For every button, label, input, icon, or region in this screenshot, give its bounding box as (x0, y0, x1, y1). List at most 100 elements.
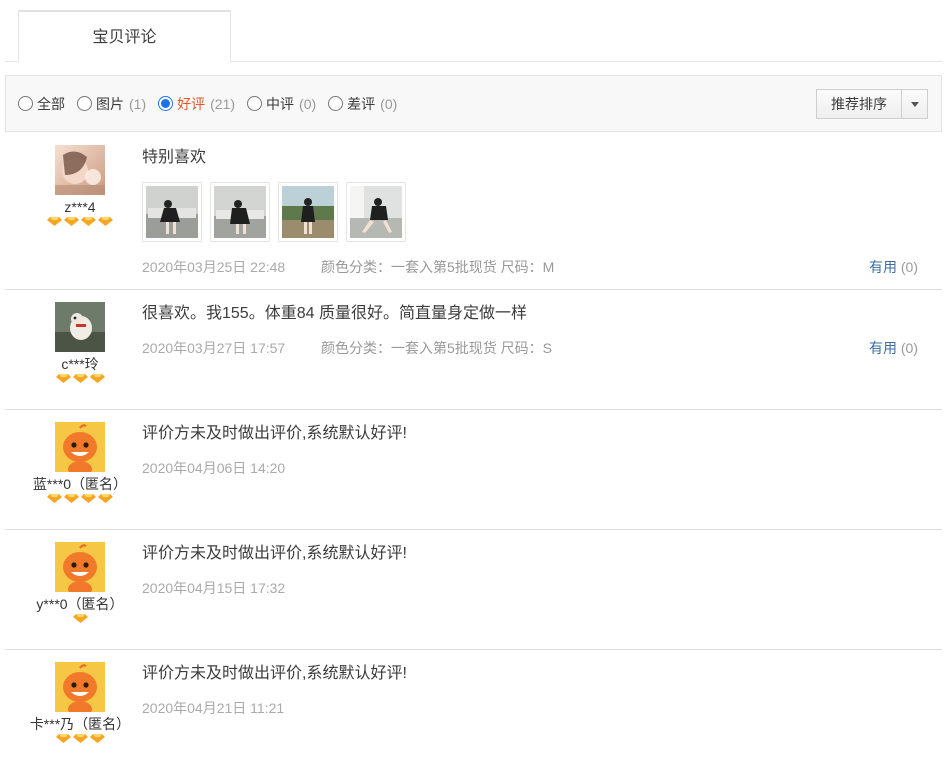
diamond-icon (72, 374, 88, 383)
diamond-icon (72, 734, 88, 743)
filter-positive-label: 好评 (177, 95, 206, 112)
diamond-icon (47, 217, 62, 226)
review-text: 很喜欢。我155。体重84 质量很好。简直量身定做一样 (142, 305, 527, 322)
review-filter-bar: 全部 图片 (1) 好评 (21) 中评 (0) 差评 (0) 推荐排序 (5, 75, 942, 132)
buyer-level-medals (5, 734, 155, 743)
review-photo-thumbnail[interactable] (278, 182, 338, 242)
buyer-level-medals (5, 374, 155, 383)
review-date: 2020年04月15日 17:32 (142, 580, 286, 596)
reviewer-name: c***玲 (61, 356, 99, 372)
useful-count: (0) (900, 340, 918, 356)
reviewer-name: y***0（匿名） (36, 596, 124, 612)
reviewer-info: y***0（匿名） (5, 542, 155, 623)
diamond-icon (55, 734, 71, 743)
default-avatar-icon (55, 422, 105, 472)
review-photos (142, 182, 942, 242)
filter-all-label: 全部 (37, 95, 65, 112)
review-date: 2020年03月27日 17:57 (142, 340, 286, 356)
tab-reviews[interactable]: 宝贝评论 (18, 10, 231, 63)
review-meta: 2020年04月21日 11:21 (142, 698, 942, 718)
reviewer-info: 蓝***0（匿名） (5, 422, 155, 503)
reviewer-info: 卡***乃（匿名） (5, 662, 155, 743)
avatar[interactable] (55, 542, 105, 592)
review-content: 很喜欢。我155。体重84 质量很好。简直量身定做一样 2020年03月27日 … (142, 302, 942, 358)
review-content: 评价方未及时做出评价,系统默认好评! 2020年04月06日 14:20 (142, 422, 942, 478)
useful-label: 有用 (868, 259, 897, 275)
radio-neutral[interactable] (247, 96, 263, 111)
diamond-icon (64, 494, 79, 503)
avatar[interactable] (55, 145, 105, 195)
filter-images-label: 图片 (96, 95, 124, 112)
tab-bar: 宝贝评论 (5, 0, 942, 63)
avatar-photo-icon (55, 145, 105, 195)
filter-negative-count: (0) (380, 95, 398, 112)
review-photo-thumbnail[interactable] (346, 182, 406, 242)
useful-button[interactable]: 有用 (0) (869, 338, 918, 358)
useful-count: (0) (900, 259, 918, 275)
review-text: 评价方未及时做出评价,系统默认好评! (142, 425, 407, 442)
review-item: y***0（匿名） 评价方未及时做出评价,系统默认好评! 2020年04月15日… (5, 530, 942, 650)
review-meta: 2020年04月15日 17:32 (142, 578, 942, 598)
review-photo-thumbnail[interactable] (142, 182, 202, 242)
review-meta: 2020年04月06日 14:20 (142, 458, 942, 478)
radio-all[interactable] (18, 96, 33, 111)
filter-neutral-count: (0) (299, 95, 317, 112)
chevron-down-icon (910, 101, 919, 107)
useful-label: 有用 (868, 340, 897, 356)
filter-neutral[interactable]: 中评 (0) (247, 94, 316, 114)
reviewer-name: 卡***乃（匿名） (29, 716, 131, 732)
review-text: 评价方未及时做出评价,系统默认好评! (142, 545, 407, 562)
review-content: 评价方未及时做出评价,系统默认好评! 2020年04月15日 17:32 (142, 542, 942, 598)
radio-positive[interactable] (158, 96, 174, 111)
reviewer-info: c***玲 (5, 302, 155, 383)
diamond-icon (98, 494, 113, 503)
review-text: 特别喜欢 (142, 149, 207, 166)
reviewer-info: z***4 (5, 145, 155, 226)
useful-button[interactable]: 有用 (0) (869, 257, 918, 277)
review-sku: 颜色分类：一套入第5批现货 尺码：S (321, 340, 553, 356)
rating-filters: 全部 图片 (1) 好评 (21) 中评 (0) 差评 (0) (18, 76, 409, 131)
radio-images[interactable] (77, 96, 92, 111)
filter-neutral-label: 中评 (266, 95, 295, 112)
diamond-icon (98, 217, 113, 226)
reviewer-name: 蓝***0（匿名） (32, 476, 128, 492)
avatar[interactable] (55, 302, 105, 352)
review-content: 评价方未及时做出评价,系统默认好评! 2020年04月21日 11:21 (142, 662, 942, 718)
review-sku: 颜色分类：一套入第5批现货 尺码：M (321, 259, 555, 275)
review-text: 评价方未及时做出评价,系统默认好评! (142, 665, 407, 682)
buyer-level-medals (5, 494, 155, 503)
filter-negative-label: 差评 (347, 95, 376, 112)
review-date: 2020年04月06日 14:20 (142, 460, 286, 476)
radio-negative[interactable] (328, 96, 344, 111)
review-meta: 2020年03月25日 22:48 颜色分类：一套入第5批现货 尺码：M 有用 (… (142, 257, 942, 277)
reviewer-name: z***4 (64, 199, 96, 215)
review-item: 卡***乃（匿名） 评价方未及时做出评价,系统默认好评! 2020年04月21日… (5, 650, 942, 769)
review-meta: 2020年03月27日 17:57 颜色分类：一套入第5批现货 尺码：S 有用 (… (142, 338, 942, 358)
avatar-photo-icon (55, 302, 105, 352)
review-date: 2020年04月21日 11:21 (142, 700, 285, 716)
diamond-icon (89, 374, 105, 383)
review-item: c***玲 很喜欢。我155。体重84 质量很好。简直量身定做一样 2020年0… (5, 290, 942, 410)
diamond-icon (55, 374, 71, 383)
filter-images[interactable]: 图片 (1) (77, 94, 146, 114)
avatar[interactable] (55, 662, 105, 712)
review-content: 特别喜欢 2020年03月25日 22:48 颜色分类：一套入第5批现货 尺码：M… (142, 146, 942, 277)
buyer-level-medals (5, 614, 155, 623)
filter-negative[interactable]: 差评 (0) (328, 94, 397, 114)
sort-caret-button[interactable] (902, 90, 927, 118)
filter-positive-count: (21) (210, 95, 236, 112)
default-avatar-icon (55, 662, 105, 712)
diamond-icon (81, 494, 96, 503)
filter-positive[interactable]: 好评 (21) (158, 94, 235, 114)
review-photo-thumbnail[interactable] (210, 182, 270, 242)
diamond-icon (64, 217, 79, 226)
buyer-level-medals (5, 217, 155, 226)
sort-label[interactable]: 推荐排序 (817, 90, 902, 118)
filter-images-count: (1) (129, 95, 147, 112)
filter-all[interactable]: 全部 (18, 94, 65, 114)
review-date: 2020年03月25日 22:48 (142, 259, 286, 275)
avatar[interactable] (55, 422, 105, 472)
diamond-icon (89, 734, 105, 743)
sort-dropdown[interactable]: 推荐排序 (816, 89, 928, 119)
diamond-icon (81, 217, 96, 226)
